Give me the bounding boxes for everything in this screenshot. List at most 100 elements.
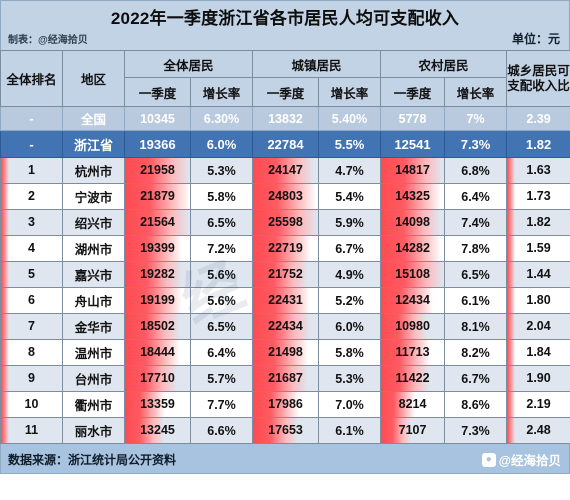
rank-cell: - <box>0 106 63 131</box>
rural-growth-cell: 7.3% <box>444 417 508 444</box>
ratio-cell: 2.04 <box>506 313 570 340</box>
rural-growth-cell: 6.7% <box>444 365 508 392</box>
ratio-cell: 2.39 <box>506 106 570 131</box>
all-growth-cell: 6.4% <box>189 339 254 366</box>
urban-quarter-cell-value: 22719 <box>268 241 303 255</box>
rank-cell: 3 <box>0 209 63 236</box>
all-quarter-cell: 10345 <box>124 106 191 131</box>
income-table: 全体排名 地区 全体居民 城镇居民 农村居民 城乡居民可支配收入比 一季度 增长… <box>0 50 570 444</box>
rank-cell: 9 <box>0 365 63 392</box>
urban-quarter-cell-value: 22434 <box>268 319 303 333</box>
ratio-value: 1.63 <box>526 163 551 177</box>
rural-quarter-cell-value: 11713 <box>395 345 430 359</box>
col-header-urban-quarter: 一季度 <box>252 77 320 107</box>
rural-quarter-cell-value: 14282 <box>395 241 430 255</box>
rural-quarter-cell: 7107 <box>380 417 446 444</box>
urban-growth-cell: 5.5% <box>318 130 382 158</box>
urban-growth-cell: 6.1% <box>318 417 382 444</box>
urban-quarter-cell-value: 21687 <box>268 371 303 385</box>
all-quarter-cell: 21879 <box>124 183 191 210</box>
rural-growth-cell: 7.4% <box>444 209 508 236</box>
rural-quarter-cell: 10980 <box>380 313 446 340</box>
urban-quarter-cell: 22719 <box>252 235 320 262</box>
all-quarter-cell-value: 17710 <box>140 371 175 385</box>
rural-quarter-cell-value: 7107 <box>398 423 427 437</box>
ratio-cell: 1.90 <box>506 365 570 392</box>
rank-value: 3 <box>28 215 35 229</box>
urban-quarter-cell: 21687 <box>252 365 320 392</box>
urban-quarter-cell-value: 25598 <box>268 215 303 229</box>
rank-value: 4 <box>28 241 35 255</box>
rank-cell: 1 <box>0 157 63 184</box>
all-quarter-cell: 13245 <box>124 417 191 444</box>
all-growth-cell: 5.8% <box>189 183 254 210</box>
table-row: 5 嘉兴市 19282 5.6% 21752 4.9% 15108 6.5% 1.44 <box>0 261 570 288</box>
urban-quarter-cell-value: 17986 <box>268 397 303 411</box>
footer-band: 数据来源：浙江统计局公开资料 ● @经海拾贝 <box>0 444 570 474</box>
table-row: 7 金华市 18502 6.5% 22434 6.0% 10980 8.1% 2.04 <box>0 313 570 340</box>
all-quarter-cell: 21958 <box>124 157 191 184</box>
all-quarter-cell: 13359 <box>124 391 191 418</box>
all-quarter-cell-value: 19282 <box>140 267 175 281</box>
urban-growth-cell: 5.40% <box>318 106 382 131</box>
region-cell: 杭州市 <box>62 157 125 184</box>
rank-cell: 8 <box>0 339 63 366</box>
ratio-cell: 1.82 <box>506 209 570 236</box>
ratio-value: 1.73 <box>526 189 551 203</box>
rank-cell: - <box>0 130 63 158</box>
all-quarter-cell-value: 19399 <box>140 241 175 255</box>
table-row: 4 湖州市 19399 7.2% 22719 6.7% 14282 7.8% 1.59 <box>0 235 570 262</box>
table-row: 1 杭州市 21958 5.3% 24147 4.7% 14817 6.8% 1.63 <box>0 157 570 184</box>
rural-quarter-cell-value: 12434 <box>395 293 430 307</box>
region-cell: 台州市 <box>62 365 125 392</box>
urban-quarter-cell: 21498 <box>252 339 320 366</box>
region-cell: 丽水市 <box>62 417 125 444</box>
rank-cell: 4 <box>0 235 63 262</box>
rank-cell: 6 <box>0 287 63 314</box>
rank-value: 11 <box>24 423 39 437</box>
rural-quarter-cell: 12434 <box>380 287 446 314</box>
rank-cell: 5 <box>0 261 63 288</box>
all-quarter-cell: 18444 <box>124 339 191 366</box>
table-head: 全体排名 地区 全体居民 城镇居民 农村居民 城乡居民可支配收入比 一季度 增长… <box>0 50 570 107</box>
urban-quarter-cell-value: 17653 <box>268 423 303 437</box>
all-quarter-cell: 17710 <box>124 365 191 392</box>
rural-quarter-cell-value: 11422 <box>395 371 430 385</box>
urban-growth-cell: 4.7% <box>318 157 382 184</box>
infographic-table: 2022年一季度浙江省各市居民人均可支配收入 制表：@经海拾贝 单位：元 全体排… <box>0 0 570 500</box>
rural-growth-cell: 8.2% <box>444 339 508 366</box>
ratio-cell: 2.19 <box>506 391 570 418</box>
rank-value: 8 <box>28 345 35 359</box>
region-cell: 嘉兴市 <box>62 261 125 288</box>
urban-quarter-cell: 21752 <box>252 261 320 288</box>
rural-quarter-cell: 11422 <box>380 365 446 392</box>
urban-quarter-cell-value: 21752 <box>268 267 303 281</box>
col-header-rural-quarter: 一季度 <box>380 77 446 107</box>
rural-growth-cell: 8.6% <box>444 391 508 418</box>
ratio-cell: 1.84 <box>506 339 570 366</box>
ratio-cell: 1.59 <box>506 235 570 262</box>
all-growth-cell: 5.7% <box>189 365 254 392</box>
all-quarter-cell-value: 19199 <box>140 293 175 307</box>
unit-label: 单位：元 <box>511 32 560 46</box>
summary-row-province: - 浙江省 19366 6.0% 22784 5.5% 12541 7.3% 1.82 <box>0 130 570 158</box>
rural-growth-cell: 7.3% <box>444 130 508 158</box>
rural-growth-cell: 6.5% <box>444 261 508 288</box>
all-quarter-cell-value: 21958 <box>140 163 175 177</box>
rural-quarter-cell-value: 14325 <box>395 189 430 203</box>
table-row: 6 舟山市 19199 5.6% 22431 5.2% 12434 6.1% 1.80 <box>0 287 570 314</box>
all-quarter-cell: 18502 <box>124 313 191 340</box>
col-header-rural-growth: 增长率 <box>444 77 508 107</box>
rank-cell: 11 <box>0 417 63 444</box>
urban-quarter-cell-value: 24147 <box>268 163 303 177</box>
urban-quarter-cell: 24147 <box>252 157 320 184</box>
col-group-all-residents: 全体居民 <box>123 50 254 78</box>
ratio-value: 2.48 <box>526 423 551 437</box>
region-cell: 舟山市 <box>62 287 125 314</box>
rank-value: 9 <box>28 371 35 385</box>
all-quarter-cell-value: 21879 <box>140 189 175 203</box>
data-source-label: 数据来源：浙江统计局公开资料 <box>8 453 177 467</box>
ratio-cell: 1.63 <box>506 157 570 184</box>
col-header-rank: 全体排名 <box>0 50 63 107</box>
table-row: 2 宁波市 21879 5.8% 24803 5.4% 14325 6.4% 1.73 <box>0 183 570 210</box>
